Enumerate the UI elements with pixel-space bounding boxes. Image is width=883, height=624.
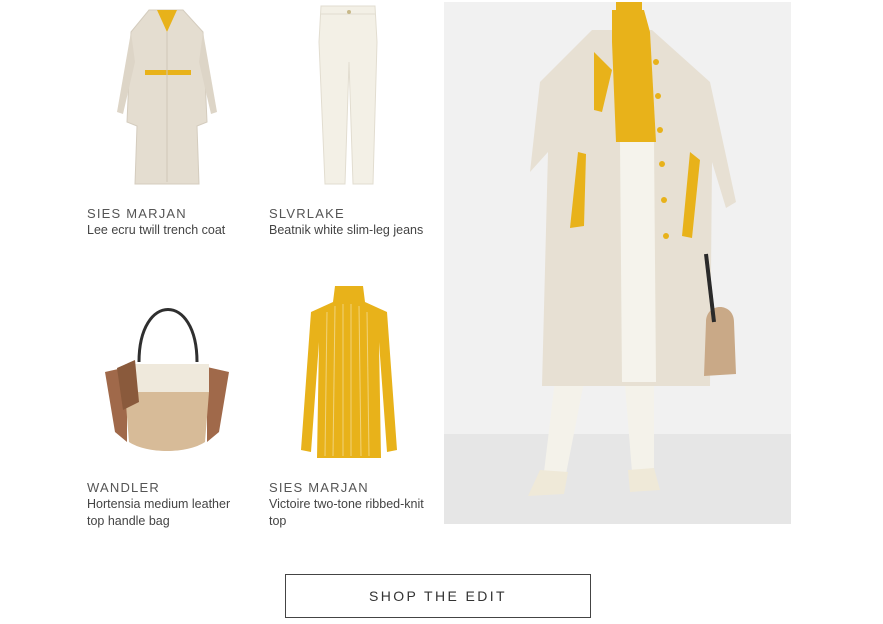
product-name[interactable]: Beatnik white slim-leg jeans [269, 222, 429, 239]
white-jeans-image[interactable] [269, 2, 429, 192]
ribbed-top-image[interactable] [269, 282, 429, 472]
product-brand: SIES MARJAN [87, 206, 187, 221]
product-name[interactable]: Hortensia medium leather top handle bag [87, 496, 247, 530]
hero-illustration [444, 2, 791, 524]
handle-bag-image[interactable] [87, 282, 247, 472]
product-brand: SLVRLAKE [269, 206, 345, 221]
product-brand: WANDLER [87, 480, 160, 495]
product-name[interactable]: Victoire two-tone ribbed-knit top [269, 496, 429, 530]
product-brand: SIES MARJAN [269, 480, 369, 495]
model-outfit-photo[interactable] [444, 2, 791, 524]
trench-coat-image[interactable] [87, 2, 247, 192]
shop-the-edit-button[interactable]: SHOP THE EDIT [285, 574, 591, 618]
product-name[interactable]: Lee ecru twill trench coat [87, 222, 247, 239]
